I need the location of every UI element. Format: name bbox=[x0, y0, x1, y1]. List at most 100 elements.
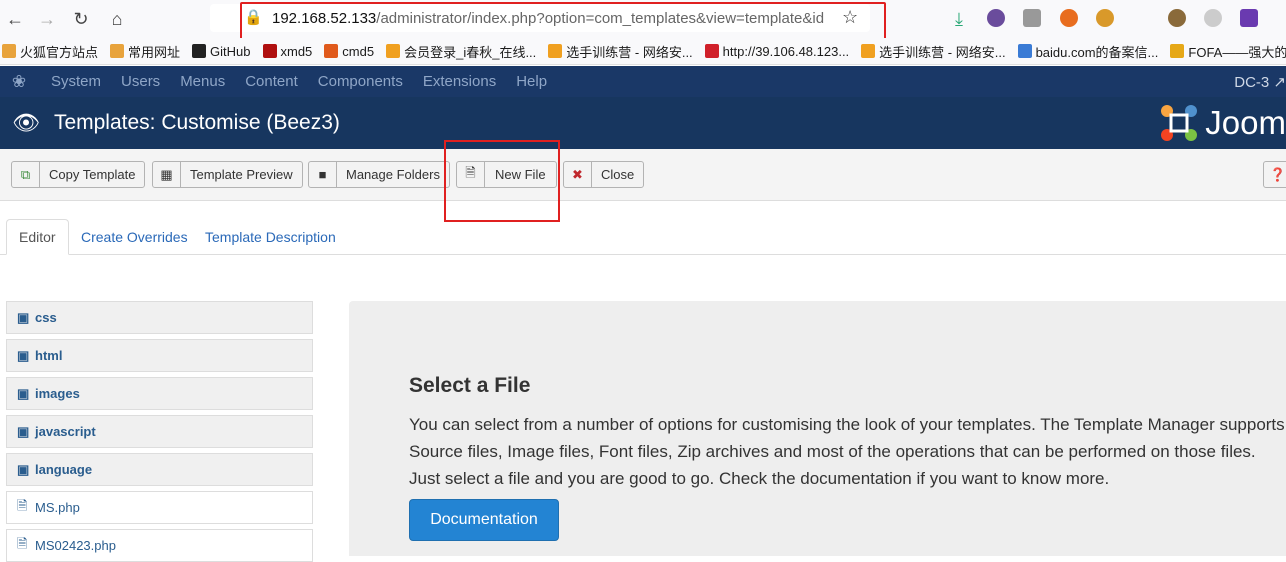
tree-folder-label: images bbox=[35, 386, 80, 401]
tab-create-overrides[interactable]: Create Overrides bbox=[69, 219, 200, 255]
ichunqiu-icon bbox=[861, 44, 876, 58]
ichunqiu-icon bbox=[548, 44, 563, 58]
tree-folder-label: css bbox=[35, 310, 57, 325]
bookmark-item[interactable]: 会员登录_i春秋_在线... bbox=[386, 42, 536, 61]
new-file-highlight-box bbox=[444, 140, 560, 222]
folder-icon bbox=[110, 44, 125, 58]
joomla-logo-icon bbox=[1161, 105, 1198, 141]
folder-icon: ▣ bbox=[17, 309, 30, 325]
bookmark-item[interactable]: http://39.106.48.123... bbox=[704, 43, 850, 59]
eye-icon: 👁 bbox=[12, 110, 40, 135]
image-icon: ▦ bbox=[153, 162, 181, 187]
tree-file-ms02423[interactable]: 🗎 MS02423.php bbox=[6, 529, 313, 562]
page-header: 👁 Templates: Customise (Beez3) Joom bbox=[0, 97, 1286, 149]
blocker-icon[interactable] bbox=[1060, 9, 1078, 27]
close-icon: ✖ bbox=[564, 162, 592, 187]
tree-file-ms[interactable]: 🗎 MS.php bbox=[6, 491, 313, 524]
menu-extensions[interactable]: Extensions bbox=[423, 73, 496, 90]
tree-folder-images[interactable]: ▣ images bbox=[6, 377, 313, 410]
bookmark-item[interactable]: 常用网址 bbox=[110, 42, 180, 61]
folder-icon: ▣ bbox=[17, 385, 30, 401]
bookmark-item[interactable]: baidu.com的备案信... bbox=[1017, 42, 1158, 61]
joomla-logo-text: Joom bbox=[1205, 104, 1286, 141]
bookmark-item[interactable]: 选手训练营 - 网络安... bbox=[548, 42, 693, 61]
bookmark-item[interactable]: cmd5 bbox=[324, 44, 374, 59]
reload-icon[interactable]: ↻ bbox=[70, 8, 92, 30]
joomla-menu-logo-icon[interactable]: ❀ bbox=[0, 72, 38, 92]
fofa-icon bbox=[1170, 44, 1185, 58]
cookie-icon[interactable] bbox=[1168, 9, 1186, 27]
tab-template-description[interactable]: Template Description bbox=[193, 219, 348, 255]
tree-folder-label: language bbox=[35, 462, 93, 477]
close-label: Close bbox=[601, 167, 635, 182]
copy-template-label: Copy Template bbox=[49, 167, 136, 182]
bookmark-label: 选手训练营 - 网络安... bbox=[566, 44, 693, 60]
select-file-panel: Select a File You can select from a numb… bbox=[349, 301, 1286, 556]
tab-editor[interactable]: Editor bbox=[6, 219, 69, 255]
page-title: Templates: Customise (Beez3) bbox=[53, 111, 340, 134]
url-highlight-box bbox=[240, 2, 886, 43]
tree-folder-label: javascript bbox=[35, 424, 96, 439]
menu-help[interactable]: Help bbox=[516, 73, 547, 90]
help-icon: ❓ bbox=[1269, 166, 1286, 182]
bookmark-label: 选手训练营 - 网络安... bbox=[879, 44, 1006, 60]
github-icon bbox=[192, 44, 207, 58]
bookmark-label: http://39.106.48.123... bbox=[722, 43, 850, 59]
folder-icon: ▣ bbox=[17, 423, 30, 439]
site-name-link[interactable]: DC-3 ↗ bbox=[1234, 73, 1286, 91]
xmd5-icon bbox=[262, 44, 277, 58]
baidu-icon bbox=[1017, 44, 1032, 58]
file-icon: 🗎 bbox=[17, 535, 28, 551]
bookmark-label: GitHub bbox=[210, 43, 251, 59]
bookmark-label: 会员登录_i春秋_在线... bbox=[404, 44, 537, 60]
toolbar: ⧉ Copy Template ▦ Template Preview ■ Man… bbox=[0, 149, 1286, 201]
close-button[interactable]: ✖ Close bbox=[563, 161, 645, 188]
tree-folder-html[interactable]: ▣ html bbox=[6, 339, 313, 372]
manage-folders-label: Manage Folders bbox=[346, 167, 440, 182]
bookmark-item[interactable]: FOFA——强大的 bbox=[1170, 42, 1286, 61]
menu-system[interactable]: System bbox=[51, 73, 101, 90]
extension-icon[interactable] bbox=[987, 9, 1005, 27]
tab-bar: Editor Create Overrides Template Descrip… bbox=[0, 219, 1286, 255]
tree-folder-css[interactable]: ▣ css bbox=[6, 301, 313, 334]
browser-toolbar: ← → ↻ ⌂ ☉ 🔒 192.168.52.133 /administrato… bbox=[0, 0, 1286, 43]
select-file-title: Select a File bbox=[409, 374, 531, 397]
menu-content[interactable]: Content bbox=[245, 73, 298, 90]
settings-gear-icon[interactable] bbox=[1204, 9, 1222, 27]
cmd5-icon bbox=[324, 44, 339, 58]
download-icon[interactable]: ⤓ bbox=[948, 8, 970, 30]
bookmark-item[interactable]: GitHub bbox=[192, 43, 251, 59]
back-arrow-icon[interactable]: ← bbox=[4, 8, 26, 30]
menu-components[interactable]: Components bbox=[318, 73, 403, 90]
ichunqiu-icon bbox=[386, 44, 401, 58]
tree-file-label: MS02423.php bbox=[35, 538, 116, 553]
admin-menu: ❀ System Users Menus Content Components … bbox=[0, 66, 1286, 97]
documentation-button[interactable]: Documentation bbox=[409, 499, 559, 541]
bookmark-label: FOFA——强大的 bbox=[1188, 44, 1286, 60]
manage-folders-button[interactable]: ■ Manage Folders bbox=[308, 161, 450, 188]
badge-extension-icon[interactable] bbox=[1240, 9, 1258, 27]
tree-folder-language[interactable]: ▣ language bbox=[6, 453, 313, 486]
bookmark-item[interactable]: 选手训练营 - 网络安... bbox=[861, 42, 1006, 61]
folder-icon bbox=[2, 44, 16, 58]
bookmark-item[interactable]: xmd5 bbox=[262, 44, 312, 59]
monkey-icon[interactable] bbox=[1096, 9, 1114, 27]
home-icon[interactable]: ⌂ bbox=[106, 8, 128, 30]
bookmarks-bar: 火狐官方站点 常用网址 GitHub xmd5 cmd5 会员登录_i春秋_在线... 选手… bbox=[0, 38, 1286, 65]
menu-menus[interactable]: Menus bbox=[180, 73, 225, 90]
tree-folder-javascript[interactable]: ▣ javascript bbox=[6, 415, 313, 448]
bookmark-label: cmd5 bbox=[342, 43, 375, 59]
template-preview-button[interactable]: ▦ Template Preview bbox=[152, 161, 303, 188]
file-icon: 🗎 bbox=[17, 497, 28, 513]
tree-folder-label: html bbox=[35, 348, 63, 363]
forward-arrow-icon[interactable]: → bbox=[36, 8, 58, 30]
copy-template-button[interactable]: ⧉ Copy Template bbox=[11, 161, 146, 188]
menu-users[interactable]: Users bbox=[121, 73, 160, 90]
container-icon[interactable] bbox=[1023, 9, 1041, 27]
template-preview-label: Template Preview bbox=[190, 167, 293, 182]
bookmark-item[interactable]: 火狐官方站点 bbox=[2, 42, 98, 61]
z-icon bbox=[704, 44, 719, 58]
tree-file-label: MS.php bbox=[35, 500, 80, 515]
folder-icon: ■ bbox=[309, 162, 337, 187]
help-button[interactable]: ❓ bbox=[1263, 161, 1286, 188]
